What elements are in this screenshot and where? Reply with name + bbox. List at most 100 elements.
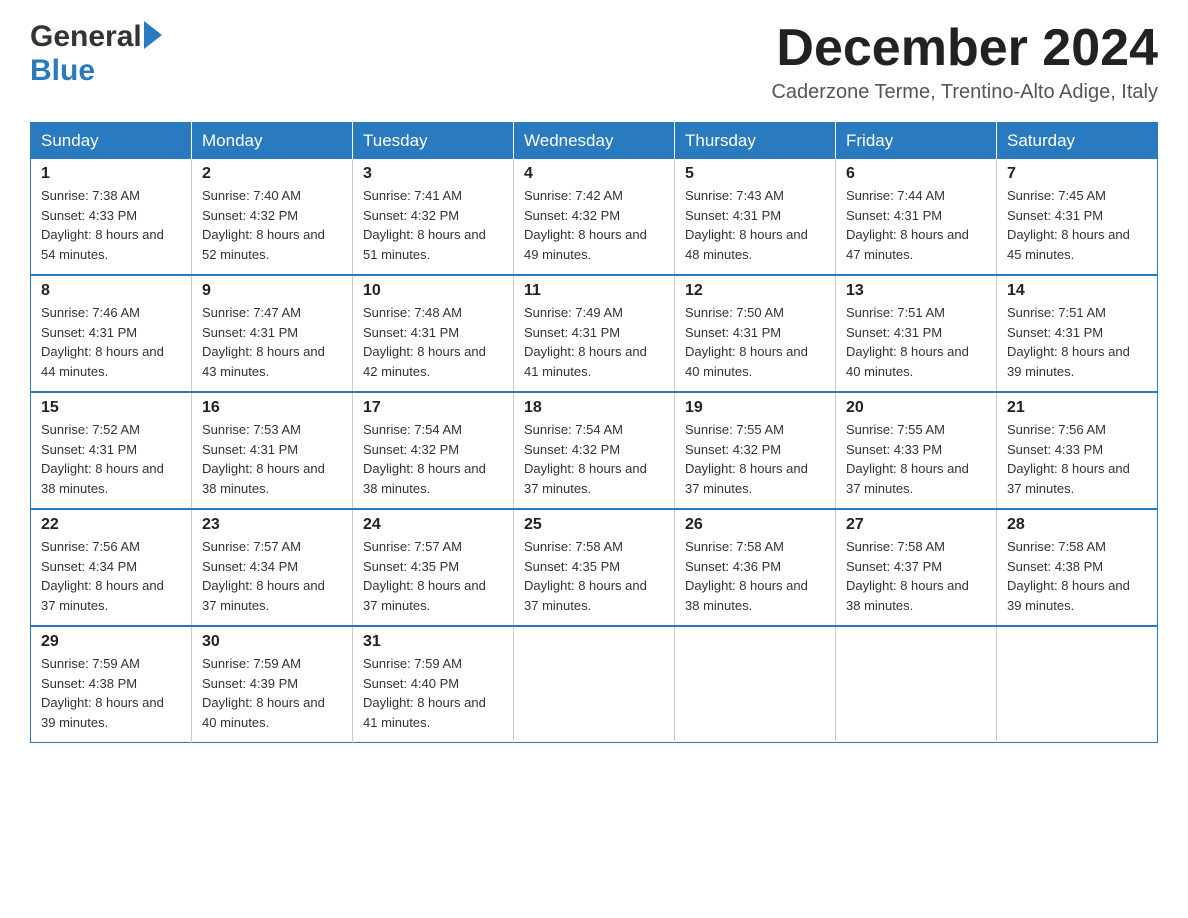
- day-number: 4: [524, 165, 664, 183]
- day-number: 7: [1007, 165, 1147, 183]
- day-cell: 21 Sunrise: 7:56 AMSunset: 4:33 PMDaylig…: [997, 392, 1158, 509]
- day-info: Sunrise: 7:44 AMSunset: 4:31 PMDaylight:…: [846, 188, 969, 262]
- day-info: Sunrise: 7:59 AMSunset: 4:38 PMDaylight:…: [41, 656, 164, 730]
- day-number: 13: [846, 282, 986, 300]
- day-info: Sunrise: 7:57 AMSunset: 4:34 PMDaylight:…: [202, 539, 325, 613]
- day-info: Sunrise: 7:58 AMSunset: 4:37 PMDaylight:…: [846, 539, 969, 613]
- day-info: Sunrise: 7:43 AMSunset: 4:31 PMDaylight:…: [685, 188, 808, 262]
- day-number: 21: [1007, 399, 1147, 417]
- day-info: Sunrise: 7:59 AMSunset: 4:39 PMDaylight:…: [202, 656, 325, 730]
- day-number: 23: [202, 516, 342, 534]
- day-info: Sunrise: 7:50 AMSunset: 4:31 PMDaylight:…: [685, 305, 808, 379]
- day-info: Sunrise: 7:57 AMSunset: 4:35 PMDaylight:…: [363, 539, 486, 613]
- logo-general: General: [30, 20, 142, 54]
- day-info: Sunrise: 7:56 AMSunset: 4:34 PMDaylight:…: [41, 539, 164, 613]
- day-cell: [675, 626, 836, 743]
- day-info: Sunrise: 7:55 AMSunset: 4:32 PMDaylight:…: [685, 422, 808, 496]
- day-number: 26: [685, 516, 825, 534]
- day-cell: 1 Sunrise: 7:38 AMSunset: 4:33 PMDayligh…: [31, 159, 192, 275]
- day-info: Sunrise: 7:55 AMSunset: 4:33 PMDaylight:…: [846, 422, 969, 496]
- day-info: Sunrise: 7:49 AMSunset: 4:31 PMDaylight:…: [524, 305, 647, 379]
- day-info: Sunrise: 7:38 AMSunset: 4:33 PMDaylight:…: [41, 188, 164, 262]
- day-cell: 26 Sunrise: 7:58 AMSunset: 4:36 PMDaylig…: [675, 509, 836, 626]
- day-cell: 13 Sunrise: 7:51 AMSunset: 4:31 PMDaylig…: [836, 275, 997, 392]
- day-info: Sunrise: 7:59 AMSunset: 4:40 PMDaylight:…: [363, 656, 486, 730]
- day-cell: 19 Sunrise: 7:55 AMSunset: 4:32 PMDaylig…: [675, 392, 836, 509]
- day-cell: 31 Sunrise: 7:59 AMSunset: 4:40 PMDaylig…: [353, 626, 514, 743]
- day-number: 8: [41, 282, 181, 300]
- day-cell: 15 Sunrise: 7:52 AMSunset: 4:31 PMDaylig…: [31, 392, 192, 509]
- weekday-header-thursday: Thursday: [675, 123, 836, 160]
- day-number: 29: [41, 633, 181, 651]
- week-row-2: 8 Sunrise: 7:46 AMSunset: 4:31 PMDayligh…: [31, 275, 1158, 392]
- day-cell: 30 Sunrise: 7:59 AMSunset: 4:39 PMDaylig…: [192, 626, 353, 743]
- weekday-header-wednesday: Wednesday: [514, 123, 675, 160]
- day-number: 16: [202, 399, 342, 417]
- weekday-header-monday: Monday: [192, 123, 353, 160]
- day-number: 14: [1007, 282, 1147, 300]
- day-number: 6: [846, 165, 986, 183]
- day-number: 2: [202, 165, 342, 183]
- week-row-4: 22 Sunrise: 7:56 AMSunset: 4:34 PMDaylig…: [31, 509, 1158, 626]
- day-cell: 5 Sunrise: 7:43 AMSunset: 4:31 PMDayligh…: [675, 159, 836, 275]
- weekday-header-sunday: Sunday: [31, 123, 192, 160]
- day-cell: 28 Sunrise: 7:58 AMSunset: 4:38 PMDaylig…: [997, 509, 1158, 626]
- day-number: 1: [41, 165, 181, 183]
- week-row-5: 29 Sunrise: 7:59 AMSunset: 4:38 PMDaylig…: [31, 626, 1158, 743]
- day-info: Sunrise: 7:45 AMSunset: 4:31 PMDaylight:…: [1007, 188, 1130, 262]
- day-info: Sunrise: 7:48 AMSunset: 4:31 PMDaylight:…: [363, 305, 486, 379]
- day-number: 20: [846, 399, 986, 417]
- day-number: 31: [363, 633, 503, 651]
- day-cell: 16 Sunrise: 7:53 AMSunset: 4:31 PMDaylig…: [192, 392, 353, 509]
- day-cell: 18 Sunrise: 7:54 AMSunset: 4:32 PMDaylig…: [514, 392, 675, 509]
- day-cell: 11 Sunrise: 7:49 AMSunset: 4:31 PMDaylig…: [514, 275, 675, 392]
- day-cell: [836, 626, 997, 743]
- day-cell: 9 Sunrise: 7:47 AMSunset: 4:31 PMDayligh…: [192, 275, 353, 392]
- day-cell: 2 Sunrise: 7:40 AMSunset: 4:32 PMDayligh…: [192, 159, 353, 275]
- day-cell: 8 Sunrise: 7:46 AMSunset: 4:31 PMDayligh…: [31, 275, 192, 392]
- day-cell: 27 Sunrise: 7:58 AMSunset: 4:37 PMDaylig…: [836, 509, 997, 626]
- weekday-header-tuesday: Tuesday: [353, 123, 514, 160]
- location-title: Caderzone Terme, Trentino-Alto Adige, It…: [771, 81, 1158, 104]
- day-info: Sunrise: 7:58 AMSunset: 4:36 PMDaylight:…: [685, 539, 808, 613]
- day-number: 12: [685, 282, 825, 300]
- day-info: Sunrise: 7:54 AMSunset: 4:32 PMDaylight:…: [524, 422, 647, 496]
- day-number: 11: [524, 282, 664, 300]
- day-cell: 22 Sunrise: 7:56 AMSunset: 4:34 PMDaylig…: [31, 509, 192, 626]
- day-number: 3: [363, 165, 503, 183]
- day-number: 10: [363, 282, 503, 300]
- day-info: Sunrise: 7:51 AMSunset: 4:31 PMDaylight:…: [846, 305, 969, 379]
- day-number: 9: [202, 282, 342, 300]
- day-cell: [514, 626, 675, 743]
- day-number: 17: [363, 399, 503, 417]
- logo: General Blue: [30, 20, 162, 88]
- page-header: General Blue December 2024 Caderzone Ter…: [30, 20, 1158, 104]
- day-info: Sunrise: 7:47 AMSunset: 4:31 PMDaylight:…: [202, 305, 325, 379]
- day-number: 30: [202, 633, 342, 651]
- day-number: 15: [41, 399, 181, 417]
- day-cell: 10 Sunrise: 7:48 AMSunset: 4:31 PMDaylig…: [353, 275, 514, 392]
- day-cell: 25 Sunrise: 7:58 AMSunset: 4:35 PMDaylig…: [514, 509, 675, 626]
- day-cell: 14 Sunrise: 7:51 AMSunset: 4:31 PMDaylig…: [997, 275, 1158, 392]
- day-cell: 7 Sunrise: 7:45 AMSunset: 4:31 PMDayligh…: [997, 159, 1158, 275]
- day-cell: 17 Sunrise: 7:54 AMSunset: 4:32 PMDaylig…: [353, 392, 514, 509]
- day-cell: 23 Sunrise: 7:57 AMSunset: 4:34 PMDaylig…: [192, 509, 353, 626]
- day-info: Sunrise: 7:58 AMSunset: 4:38 PMDaylight:…: [1007, 539, 1130, 613]
- title-section: December 2024 Caderzone Terme, Trentino-…: [771, 20, 1158, 104]
- day-info: Sunrise: 7:54 AMSunset: 4:32 PMDaylight:…: [363, 422, 486, 496]
- weekday-header-row: SundayMondayTuesdayWednesdayThursdayFrid…: [31, 123, 1158, 160]
- calendar-table: SundayMondayTuesdayWednesdayThursdayFrid…: [30, 122, 1158, 743]
- day-number: 25: [524, 516, 664, 534]
- weekday-header-friday: Friday: [836, 123, 997, 160]
- day-cell: 4 Sunrise: 7:42 AMSunset: 4:32 PMDayligh…: [514, 159, 675, 275]
- day-cell: 6 Sunrise: 7:44 AMSunset: 4:31 PMDayligh…: [836, 159, 997, 275]
- day-info: Sunrise: 7:58 AMSunset: 4:35 PMDaylight:…: [524, 539, 647, 613]
- day-number: 28: [1007, 516, 1147, 534]
- day-number: 22: [41, 516, 181, 534]
- day-cell: 12 Sunrise: 7:50 AMSunset: 4:31 PMDaylig…: [675, 275, 836, 392]
- day-info: Sunrise: 7:51 AMSunset: 4:31 PMDaylight:…: [1007, 305, 1130, 379]
- week-row-3: 15 Sunrise: 7:52 AMSunset: 4:31 PMDaylig…: [31, 392, 1158, 509]
- day-cell: 20 Sunrise: 7:55 AMSunset: 4:33 PMDaylig…: [836, 392, 997, 509]
- day-cell: [997, 626, 1158, 743]
- day-number: 19: [685, 399, 825, 417]
